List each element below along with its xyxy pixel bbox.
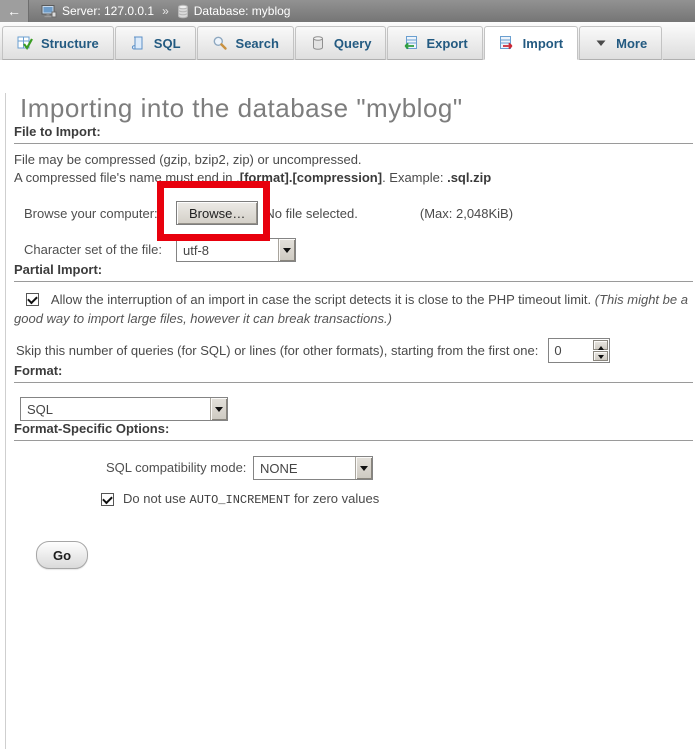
auto-increment-label: Do not use AUTO_INCREMENT for zero value… <box>123 491 379 507</box>
spinner-down-button[interactable] <box>593 351 608 361</box>
tab-query[interactable]: Query <box>295 26 387 60</box>
format-row: SQL <box>20 396 693 421</box>
tab-sql[interactable]: SQL <box>115 26 196 60</box>
tab-label: Search <box>236 36 279 51</box>
section-heading-format-specific: Format-Specific Options: <box>14 421 693 441</box>
tab-label: SQL <box>154 36 181 51</box>
compression-note: File may be compressed (gzip, bzip2, zip… <box>14 151 693 187</box>
breadcrumb-database-link[interactable]: Database: myblog <box>194 4 291 18</box>
sql-compatibility-row: SQL compatibility mode: NONE <box>106 455 693 480</box>
export-icon <box>402 35 418 51</box>
structure-icon <box>17 35 33 51</box>
browse-row: Browse your computer: Browse… No file se… <box>24 200 693 226</box>
spinner-up-button[interactable] <box>593 340 608 350</box>
query-icon <box>310 35 326 51</box>
tab-export[interactable]: Export <box>387 26 482 60</box>
database-icon <box>177 4 189 19</box>
page-title: Importing into the database "myblog" <box>20 93 693 124</box>
interrupt-text: Allow the interruption of an import in c… <box>51 292 595 307</box>
sql-icon <box>130 35 146 51</box>
tab-label: Query <box>334 36 372 51</box>
auto-increment-code: AUTO_INCREMENT <box>190 493 291 507</box>
compression-note-format: [format].[compression] <box>240 170 382 185</box>
breadcrumb-separator: » <box>162 4 169 18</box>
tab-bar: Structure SQL Search Query Export <box>0 22 695 60</box>
tab-label: Export <box>426 36 467 51</box>
auto-increment-option: Do not use AUTO_INCREMENT for zero value… <box>101 489 693 509</box>
tab-label: Structure <box>41 36 99 51</box>
compression-note-line2: A compressed file's name must end in . <box>14 170 240 185</box>
format-selected-value: SQL <box>21 398 210 420</box>
dropdown-arrow-icon <box>355 457 372 479</box>
tab-structure[interactable]: Structure <box>2 26 114 60</box>
sql-compatibility-value: NONE <box>254 457 355 479</box>
section-heading-file-to-import: File to Import: <box>14 124 693 144</box>
import-icon <box>499 35 515 51</box>
breadcrumb-bar: ← Server: 127.0.0.1 » Database: myblog <box>0 0 695 22</box>
browse-button[interactable]: Browse… <box>176 201 258 225</box>
back-button[interactable]: ← <box>0 0 29 22</box>
sql-compatibility-label: SQL compatibility mode: <box>106 460 253 475</box>
go-button[interactable]: Go <box>36 541 88 569</box>
charset-label: Character set of the file: <box>24 242 176 257</box>
skip-row: Skip this number of queries (for SQL) or… <box>16 337 693 363</box>
section-heading-partial-import: Partial Import: <box>14 262 693 282</box>
no-file-selected-text: No file selected. <box>265 206 358 221</box>
tab-label: Import <box>523 36 563 51</box>
tab-label: More <box>616 36 647 51</box>
breadcrumb-server-link[interactable]: Server: 127.0.0.1 <box>62 4 154 18</box>
tab-search[interactable]: Search <box>197 26 294 60</box>
go-button-area: Go <box>36 541 693 569</box>
breadcrumb: Server: 127.0.0.1 » Database: myblog <box>41 3 290 19</box>
format-select[interactable]: SQL <box>20 397 228 421</box>
dropdown-arrow-icon <box>210 398 227 420</box>
browse-label: Browse your computer: <box>24 206 176 221</box>
skip-queries-input[interactable]: 0 <box>548 338 610 363</box>
max-size-text: (Max: 2,048KiB) <box>420 206 513 221</box>
tab-bar-filler <box>663 26 695 60</box>
content: Importing into the database "myblog" Fil… <box>5 93 695 749</box>
skip-label: Skip this number of queries (for SQL) or… <box>16 343 538 358</box>
spinner <box>592 339 609 362</box>
compression-note-example: .sql.zip <box>447 170 491 185</box>
auto-increment-checkbox[interactable] <box>101 493 114 506</box>
sql-compatibility-select[interactable]: NONE <box>253 456 373 480</box>
compression-note-mid: . Example: <box>382 170 447 185</box>
interrupt-option: Allow the interruption of an import in c… <box>14 290 693 328</box>
section-heading-format: Format: <box>14 363 693 383</box>
server-icon <box>41 3 57 19</box>
tab-more[interactable]: More <box>579 26 662 60</box>
charset-selected-value: utf-8 <box>177 239 278 261</box>
charset-row: Character set of the file: utf-8 <box>24 237 693 262</box>
interrupt-checkbox[interactable] <box>26 293 39 306</box>
compression-note-line1: File may be compressed (gzip, bzip2, zip… <box>14 152 362 167</box>
dropdown-arrow-icon <box>278 239 295 261</box>
tab-import[interactable]: Import <box>484 26 578 60</box>
search-icon <box>212 35 228 51</box>
charset-select[interactable]: utf-8 <box>176 238 296 262</box>
chevron-down-icon <box>594 36 608 50</box>
skip-queries-value: 0 <box>549 339 592 362</box>
